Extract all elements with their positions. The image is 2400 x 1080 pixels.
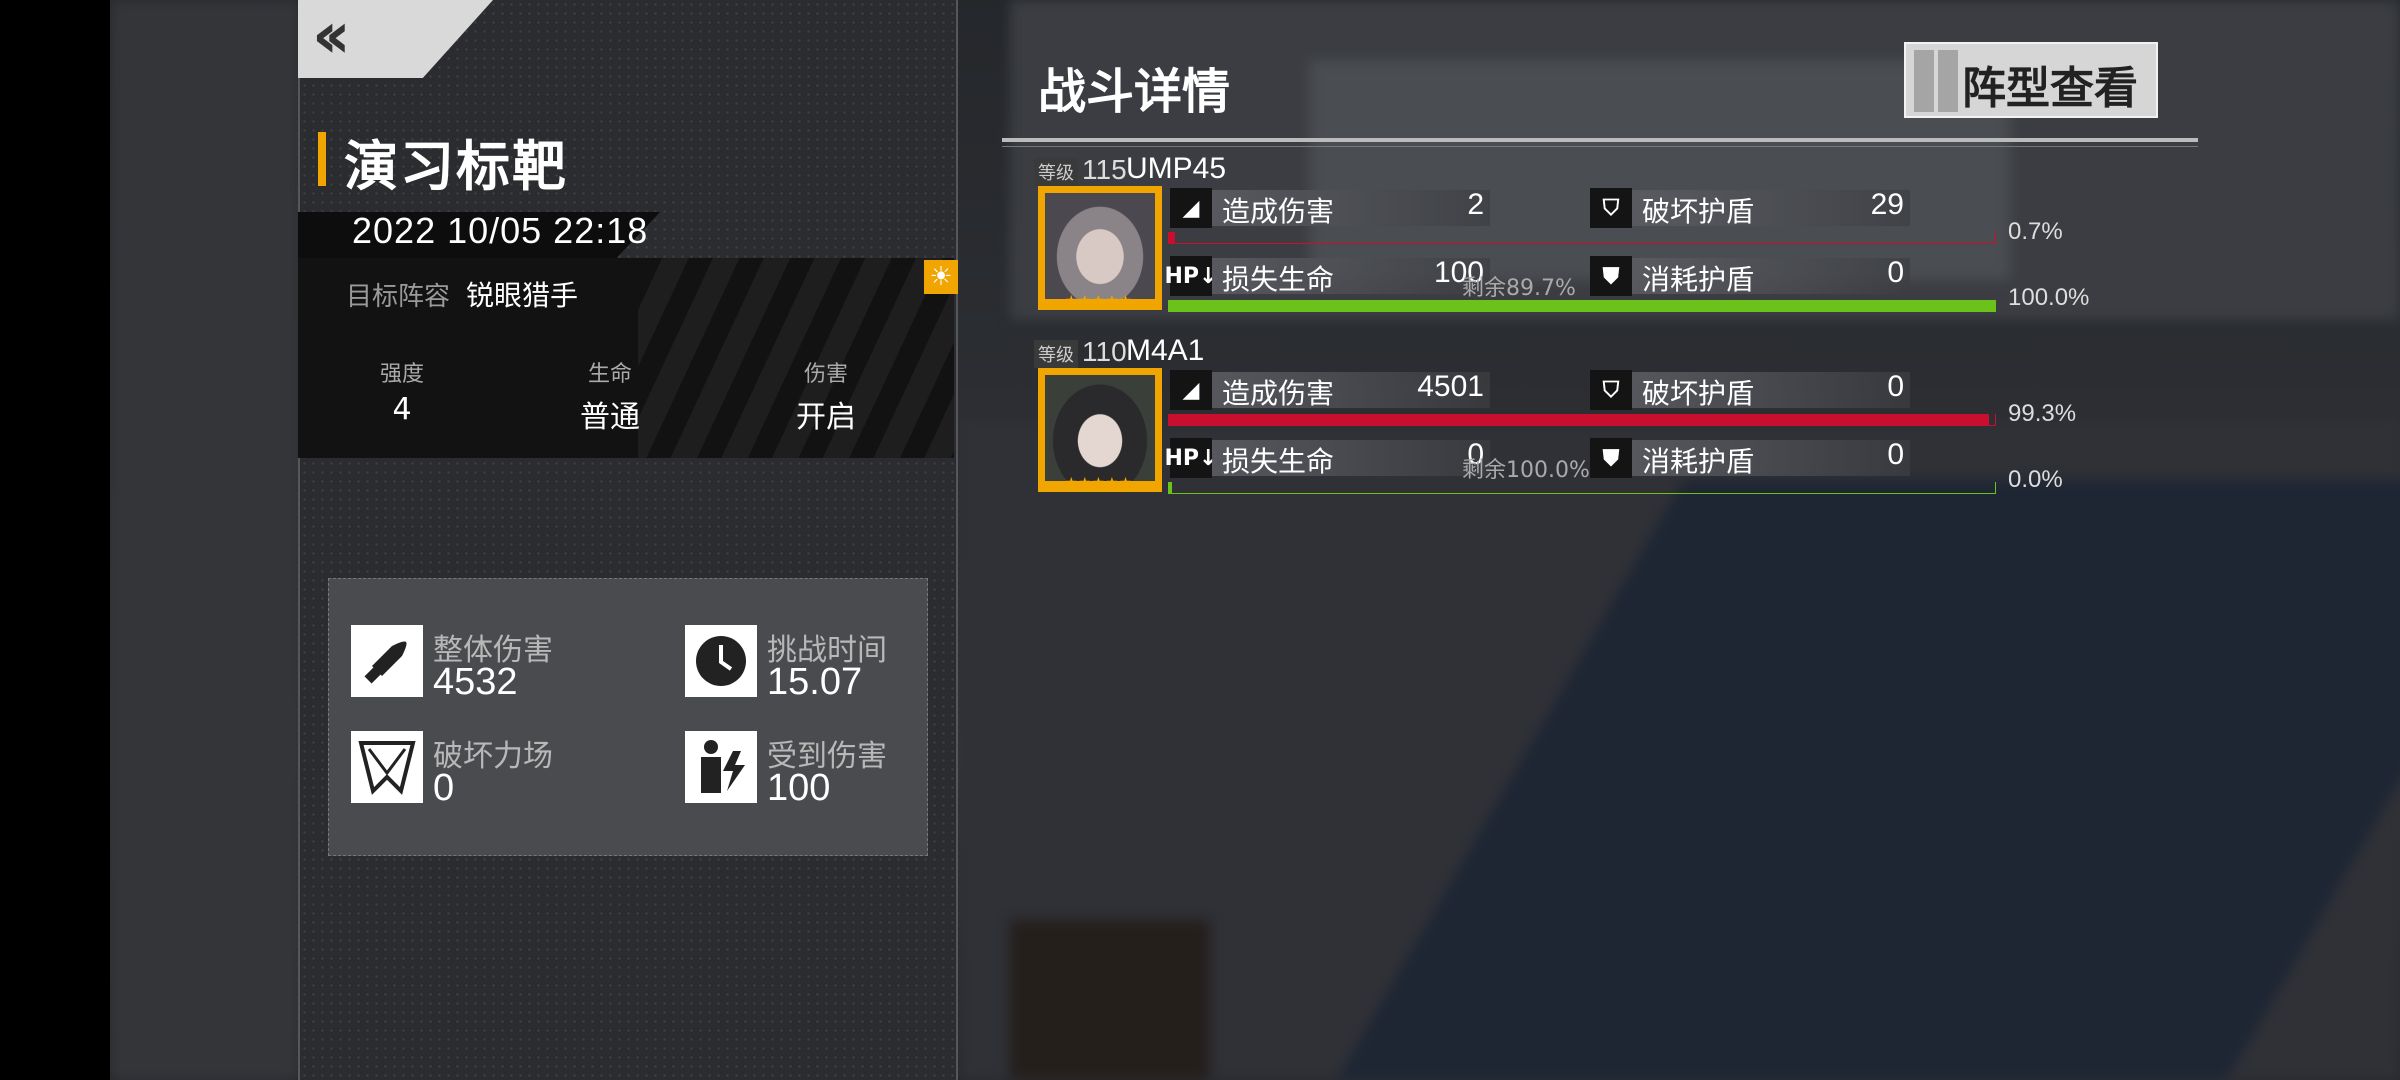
broken-shield-icon: ⛉: [1590, 370, 1632, 410]
stat-label: 破坏护盾: [1642, 195, 1755, 228]
attr-value: 开启: [796, 400, 856, 435]
character-name: M4A1: [1126, 334, 1205, 367]
stat-label: 损失生命: [1222, 445, 1335, 478]
stat-damage: ◢ 造成伤害 4501: [1170, 370, 1490, 410]
double-chevron-left-icon: ‹‹: [312, 0, 351, 73]
battle-date: 2022 10/05 22:18: [352, 210, 649, 251]
bullet-icon: [351, 625, 423, 697]
hp-down-icon: HP↓: [1165, 438, 1218, 478]
stat-label: 造成伤害: [1222, 377, 1335, 410]
shield-down-icon: ⛊: [1590, 256, 1632, 296]
divider: [1002, 138, 2198, 142]
hp-bar: [1168, 300, 1996, 312]
stat-shield-break: ⛉ 破坏护盾 29: [1590, 188, 1910, 228]
formation-view-button[interactable]: 阵型查看: [1904, 42, 2158, 118]
damage-bar-fill: [1169, 414, 1990, 426]
title-accent-bar: [318, 132, 326, 186]
hp-percent: 0.0%: [2008, 466, 2063, 493]
stat-shield-used: ⛊ 消耗护盾 0: [1590, 256, 1910, 296]
stat-label: 破坏护盾: [1642, 377, 1755, 410]
summary-value: 4532: [433, 661, 518, 703]
sun-icon: ☀: [924, 260, 958, 294]
lineup-label: 目标阵容: [346, 282, 451, 312]
rarity-stars-icon: ★★★★★: [1065, 293, 1133, 309]
attr-value: 普通: [580, 400, 640, 435]
divider: [1002, 146, 2198, 147]
bullet-icon: ◢: [1170, 188, 1212, 228]
hp-bar: [1168, 482, 1996, 494]
attr-label: 强度: [379, 362, 424, 387]
level-tag: 等级: [1034, 158, 1078, 186]
lineup-value: 锐眼猎手: [466, 279, 579, 312]
shattered-shield-icon: [351, 731, 423, 803]
level-tag: 等级: [1034, 340, 1078, 368]
stat-label: 消耗护盾: [1642, 445, 1755, 478]
stat-hp-lost: HP↓ 损失生命 0: [1165, 438, 1490, 478]
attr-damage: 伤害 开启: [756, 356, 896, 436]
hp-down-icon: HP↓: [1165, 256, 1218, 296]
stat-value: 2: [1467, 188, 1484, 221]
damage-bar: [1168, 414, 1996, 426]
summary-value: 15.07: [767, 661, 863, 703]
character-level: 110: [1082, 336, 1127, 367]
battle-detail-title: 战斗详情: [1038, 64, 1231, 120]
damage-bar-fill: [1169, 232, 1175, 244]
summary-box: 整体伤害 4532 挑战时间 15.07 破坏力场 0 受到伤害 100: [328, 578, 928, 856]
damage-percent: 99.3%: [2008, 400, 2077, 427]
stat-damage: ◢ 造成伤害 2: [1170, 188, 1490, 228]
rarity-stars-icon: ★★★★★: [1065, 475, 1133, 491]
character-level: 115: [1082, 154, 1127, 185]
grid-icon: [1914, 50, 1960, 112]
attr-label: 生命: [587, 362, 632, 387]
bullet-icon: ◢: [1170, 370, 1212, 410]
stat-shield-break: ⛉ 破坏护盾 0: [1590, 370, 1910, 410]
attr-hp: 生命 普通: [540, 356, 680, 436]
stat-shield-used: ⛊ 消耗护盾 0: [1590, 438, 1910, 478]
damage-bar: [1168, 232, 1996, 244]
character-row: 等级 115 UMP45 ★★★★★ ◢ 造成伤害 2 ⛉ 破坏护盾 29 0.…: [1030, 152, 2190, 324]
character-row: 等级 110 M4A1 ★★★★★ ◢ 造成伤害 4501 ⛉ 破坏护盾 0 9…: [1030, 334, 2190, 506]
stage-title: 演习标靶: [344, 134, 568, 198]
stat-label: 损失生命: [1222, 263, 1335, 296]
attr-value: 4: [392, 392, 412, 427]
hp-bar-fill: [1169, 300, 1995, 312]
attr-strength: 强度 4: [332, 356, 472, 427]
hp-remain: 剩余100.0%: [1462, 458, 1590, 483]
character-name: UMP45: [1126, 152, 1227, 185]
stat-value: 0: [1887, 370, 1904, 403]
summary-value: 100: [767, 767, 831, 809]
clock-icon: [685, 625, 757, 697]
hp-bar-fill: [1169, 482, 1173, 494]
hp-percent: 100.0%: [2008, 284, 2090, 311]
character-portrait[interactable]: ★★★★★: [1038, 368, 1162, 492]
stat-label: 消耗护盾: [1642, 263, 1755, 296]
broken-shield-icon: ⛉: [1590, 188, 1632, 228]
hit-person-icon: [685, 731, 757, 803]
stat-value: 29: [1870, 188, 1904, 221]
formation-button-label: 阵型查看: [1962, 63, 2138, 114]
shield-down-icon: ⛊: [1590, 438, 1632, 478]
stat-hp-lost: HP↓ 损失生命 100: [1165, 256, 1490, 296]
hp-remain: 剩余89.7%: [1462, 276, 1576, 301]
stat-label: 造成伤害: [1222, 195, 1335, 228]
stat-value: 4501: [1417, 370, 1484, 403]
stat-value: 0: [1887, 438, 1904, 471]
character-portrait[interactable]: ★★★★★: [1038, 186, 1162, 310]
stat-value: 0: [1887, 256, 1904, 289]
summary-value: 0: [433, 767, 455, 809]
attr-label: 伤害: [803, 362, 848, 387]
damage-percent: 0.7%: [2008, 218, 2063, 245]
